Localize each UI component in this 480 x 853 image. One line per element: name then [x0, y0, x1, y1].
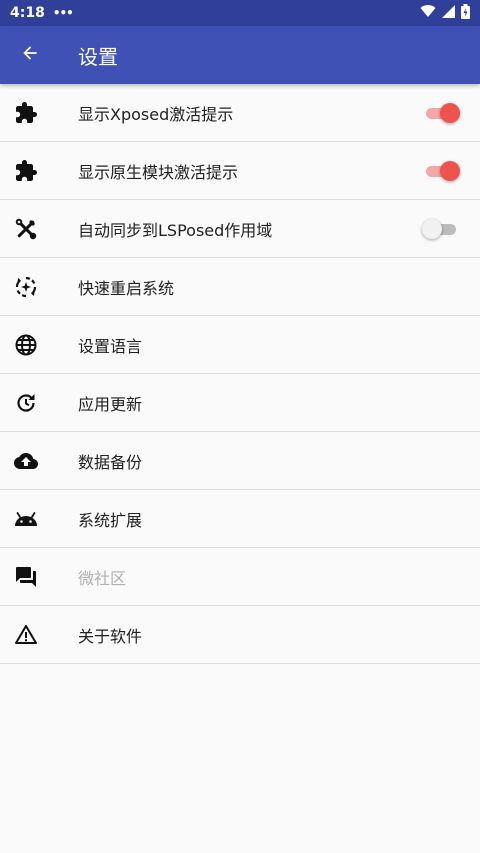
- app-bar: 设置: [0, 26, 480, 84]
- warning-icon: [0, 623, 52, 647]
- setting-label: 自动同步到LSPosed作用域: [78, 220, 273, 240]
- globe-icon: [0, 333, 52, 357]
- setting-show-xposed-hint[interactable]: 显示Xposed激活提示: [0, 84, 480, 142]
- tools-icon: [0, 217, 52, 241]
- native-hint-toggle[interactable]: [424, 160, 460, 181]
- setting-show-native-hint[interactable]: 显示原生模块激活提示: [0, 142, 480, 200]
- setting-label: 应用更新: [78, 394, 143, 414]
- setting-label: 关于软件: [78, 626, 143, 646]
- setting-label: 快速重启系统: [78, 278, 175, 298]
- xposed-hint-toggle[interactable]: [424, 102, 460, 123]
- arrow-back-icon: [20, 43, 40, 67]
- setting-label: 数据备份: [78, 452, 143, 472]
- cloud-upload-icon: [0, 449, 52, 473]
- setting-label: 显示Xposed激活提示: [78, 104, 234, 124]
- setting-app-update[interactable]: 应用更新: [0, 374, 480, 432]
- battery-icon: [461, 3, 470, 23]
- notification-more-icon: •••: [52, 6, 74, 20]
- forum-icon: [0, 565, 52, 589]
- setting-community[interactable]: 微社区: [0, 548, 480, 606]
- setting-auto-sync-lsposed[interactable]: 自动同步到LSPosed作用域: [0, 200, 480, 258]
- setting-label: 设置语言: [78, 336, 143, 356]
- puzzle-icon: [0, 159, 52, 183]
- settings-list: 显示Xposed激活提示 显示原生模块激活提示 自动同步到LSPosed作用域 …: [0, 84, 480, 664]
- setting-quick-reboot[interactable]: 快速重启系统: [0, 258, 480, 316]
- puzzle-icon: [0, 101, 52, 125]
- auto-sync-toggle[interactable]: [422, 218, 458, 239]
- setting-system-extension[interactable]: 系统扩展: [0, 490, 480, 548]
- setting-language[interactable]: 设置语言: [0, 316, 480, 374]
- back-button[interactable]: [0, 26, 60, 84]
- status-bar: 4:18 •••: [0, 0, 480, 26]
- wifi-icon: [420, 4, 436, 22]
- setting-data-backup[interactable]: 数据备份: [0, 432, 480, 490]
- setting-about[interactable]: 关于软件: [0, 606, 480, 664]
- restart-icon: [0, 275, 52, 299]
- status-time: 4:18: [10, 5, 45, 21]
- setting-label: 显示原生模块激活提示: [78, 162, 239, 182]
- setting-label: 微社区: [78, 568, 127, 588]
- page-title: 设置: [78, 44, 118, 69]
- signal-icon: [442, 4, 455, 22]
- setting-label: 系统扩展: [78, 510, 143, 530]
- update-icon: [0, 391, 52, 415]
- android-icon: [0, 507, 52, 531]
